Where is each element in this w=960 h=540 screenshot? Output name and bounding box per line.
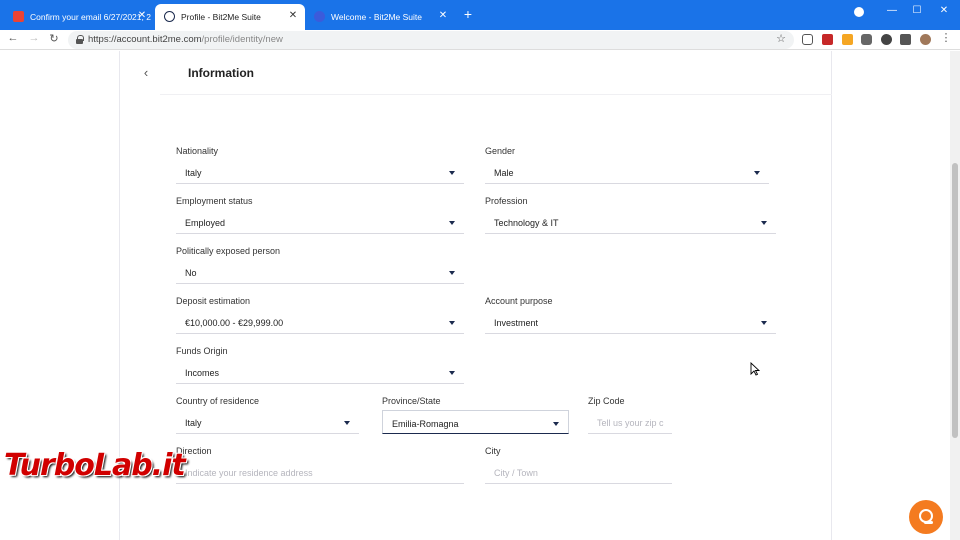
chat-support-button[interactable] bbox=[909, 500, 943, 534]
chevron-down-icon bbox=[449, 221, 455, 225]
account-purpose-select[interactable]: Investment bbox=[485, 310, 776, 334]
funds-origin-select[interactable]: Incomes bbox=[176, 360, 464, 384]
back-arrow-icon[interactable]: ← bbox=[6, 32, 20, 44]
city-input[interactable]: City / Town bbox=[485, 460, 672, 484]
page-scrollbar[interactable] bbox=[950, 51, 960, 540]
direction-input[interactable]: Indicate your residence address bbox=[176, 460, 464, 484]
pocket-icon[interactable] bbox=[802, 34, 813, 45]
chevron-down-icon bbox=[344, 421, 350, 425]
zip-code-input[interactable]: Tell us your zip c bbox=[588, 410, 672, 434]
star-icon[interactable]: ☆ bbox=[776, 32, 786, 45]
chevron-down-icon bbox=[754, 171, 760, 175]
ublock-icon[interactable] bbox=[822, 34, 833, 45]
profession-select[interactable]: Technology & IT bbox=[485, 210, 776, 234]
mouse-cursor-icon bbox=[750, 362, 760, 376]
chevron-down-icon bbox=[449, 171, 455, 175]
nationality-select[interactable]: Italy bbox=[176, 160, 464, 184]
close-tab-icon[interactable]: ✕ bbox=[437, 10, 449, 21]
bit2me-icon bbox=[164, 11, 175, 22]
address-bar[interactable]: https://account.bit2me.com/profile/ident… bbox=[68, 31, 794, 49]
menu-icon[interactable]: ⋮ bbox=[939, 31, 953, 44]
close-tab-icon[interactable]: ✕ bbox=[136, 10, 148, 21]
watermark-logo: TurboLab.it bbox=[4, 448, 186, 483]
bit2me-icon bbox=[314, 11, 325, 22]
maximize-icon[interactable]: ☐ bbox=[910, 5, 924, 16]
gmail-icon bbox=[13, 11, 24, 22]
media-icon[interactable] bbox=[854, 7, 864, 17]
new-tab-icon[interactable]: + bbox=[460, 6, 476, 22]
information-card: ‹ Information Nationality Italy Gender M… bbox=[119, 51, 832, 540]
browser-toolbar: ← → ↻ https://account.bit2me.com/profile… bbox=[0, 30, 960, 50]
tab-welcome[interactable]: Welcome - Bit2Me Suite ✕ bbox=[305, 4, 455, 30]
forward-arrow-icon[interactable]: → bbox=[27, 32, 41, 44]
scrollbar-thumb[interactable] bbox=[952, 163, 958, 438]
divider bbox=[160, 94, 832, 95]
province-state-select[interactable]: Emilia-Romagna bbox=[382, 410, 569, 434]
tab-profile[interactable]: Profile - Bit2Me Suite ✕ bbox=[155, 4, 305, 30]
country-of-residence-select[interactable]: Italy bbox=[176, 410, 359, 434]
minimize-icon[interactable]: — bbox=[885, 5, 899, 16]
close-tab-icon[interactable]: ✕ bbox=[287, 10, 299, 21]
chevron-down-icon bbox=[449, 321, 455, 325]
close-window-icon[interactable]: ✕ bbox=[937, 5, 951, 16]
chevron-down-icon bbox=[449, 271, 455, 275]
avatar[interactable] bbox=[920, 34, 931, 45]
page-title: Information bbox=[188, 66, 254, 80]
politically-exposed-select[interactable]: No bbox=[176, 260, 464, 284]
reading-list-icon[interactable] bbox=[900, 34, 911, 45]
rss-icon[interactable] bbox=[842, 34, 853, 45]
url-text: https://account.bit2me.com/profile/ident… bbox=[88, 34, 283, 45]
gender-select[interactable]: Male bbox=[485, 160, 769, 184]
reload-icon[interactable]: ↻ bbox=[47, 32, 61, 45]
pin-icon[interactable] bbox=[881, 34, 892, 45]
extensions-icon[interactable] bbox=[861, 34, 872, 45]
chevron-down-icon bbox=[449, 371, 455, 375]
chevron-left-icon[interactable]: ‹ bbox=[139, 65, 153, 80]
chevron-down-icon bbox=[761, 321, 767, 325]
deposit-estimation-select[interactable]: €10,000.00 - €29,999.00 bbox=[176, 310, 464, 334]
lock-icon bbox=[76, 35, 84, 44]
chevron-down-icon bbox=[761, 221, 767, 225]
tab-gmail[interactable]: Confirm your email 6/27/2021, 2 ✕ bbox=[4, 4, 154, 30]
employment-status-select[interactable]: Employed bbox=[176, 210, 464, 234]
browser-tabstrip: Confirm your email 6/27/2021, 2 ✕ Profil… bbox=[0, 0, 960, 30]
chevron-down-icon bbox=[553, 422, 559, 426]
